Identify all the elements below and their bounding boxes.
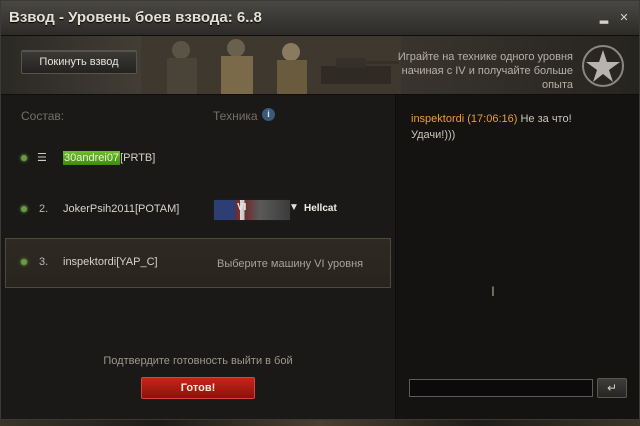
window-title: Взвод - Уровень боев взвода: 6..8 — [9, 9, 262, 26]
vehicle-name: Hellcat — [304, 203, 337, 214]
chat-input[interactable] — [409, 379, 593, 397]
chat-message: inspektordi (17:06:16) Не за что! Удачи!… — [411, 111, 611, 143]
vehicle-selector[interactable] — [213, 199, 291, 221]
vehicle-tier: VI — [237, 202, 247, 213]
ready-indicator-icon — [21, 155, 27, 161]
vehicle-select-prompt: Выберите машину VI уровня — [217, 258, 364, 270]
member-name[interactable]: 30andrei07[PRTB] — [63, 151, 155, 165]
title-bar[interactable]: Взвод - Уровень боев взвода: 6..8 ▂ ✕ — [1, 1, 639, 36]
vehicle-header: Техника — [213, 109, 258, 123]
minimize-icon[interactable]: ▂ — [599, 13, 609, 24]
hangar-background-strip — [0, 420, 640, 426]
chat-sender: inspektordi — [411, 113, 465, 125]
banner-tagline: Играйте на технике одного уровня начиная… — [397, 51, 573, 91]
composition-header: Состав: — [21, 109, 65, 123]
ready-indicator-icon — [21, 206, 27, 212]
member-number: 2. — [39, 203, 49, 215]
send-icon[interactable]: ↵ — [597, 378, 627, 398]
chat-panel[interactable] — [396, 95, 639, 419]
chevron-down-icon[interactable]: ▼ — [289, 202, 299, 213]
ready-button[interactable]: Готов! — [141, 377, 255, 399]
leave-platoon-button[interactable]: Покинуть взвод — [21, 50, 137, 74]
member-name[interactable]: JokerPsih2011[POTAM] — [63, 203, 179, 215]
member-name[interactable]: inspektordi[YAP_C] — [63, 256, 158, 268]
confirm-readiness-text: Подтвердите готовность выйти в бой — [103, 355, 293, 367]
platoon-window: Взвод - Уровень боев взвода: 6..8 ▂ ✕ По… — [0, 0, 640, 420]
platoon-banner: Покинуть взвод Играйте на технике одного… — [1, 36, 639, 95]
ready-indicator-icon — [21, 259, 27, 265]
commander-icon: ☰ — [37, 152, 47, 164]
chat-timestamp: (17:06:16) — [467, 113, 518, 125]
close-icon[interactable]: ✕ — [619, 13, 629, 24]
text-cursor-icon: I — [491, 283, 495, 299]
info-icon[interactable]: i — [262, 108, 275, 121]
red-star-emblem-icon — [582, 45, 624, 87]
soldiers-artwork — [141, 36, 401, 94]
member-number: 3. — [39, 256, 49, 268]
